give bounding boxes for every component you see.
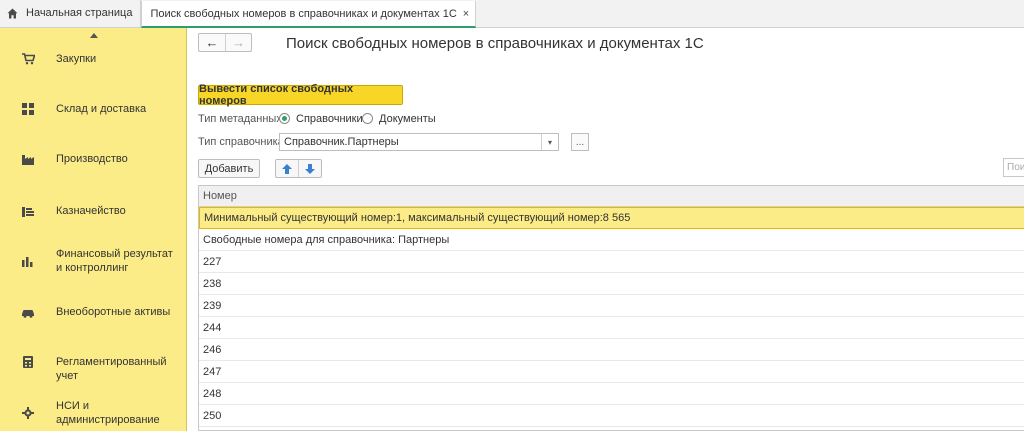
gear-icon [21, 406, 35, 420]
sidebar-item-label: Производство [56, 153, 128, 165]
table-row[interactable]: 247 [199, 361, 1024, 383]
table-row[interactable]: 246 [199, 339, 1024, 361]
sidebar-item-fixed-assets[interactable]: Внеоборотные активы [0, 305, 187, 319]
table-row[interactable]: 227 [199, 251, 1024, 273]
table-row[interactable]: 239 [199, 295, 1024, 317]
warehouse-icon [21, 102, 35, 116]
table-row[interactable]: 244 [199, 317, 1024, 339]
column-header-number[interactable]: Номер [199, 186, 1024, 207]
catalog-type-select[interactable]: Справочник.Партнеры ▾ [279, 133, 559, 151]
sidebar-item-label: НСИ и администрирование [56, 400, 160, 426]
sidebar-scroll-up-button[interactable] [0, 28, 187, 42]
back-button[interactable]: ← [199, 34, 225, 51]
catalog-type-choose-button[interactable]: ... [571, 133, 589, 151]
radio-catalogs[interactable] [279, 113, 290, 124]
calculator-icon [21, 355, 35, 369]
forward-button[interactable]: → [225, 34, 251, 51]
factory-icon [21, 152, 35, 166]
move-down-button[interactable] [298, 160, 321, 177]
sidebar-item-label: Склад и доставка [56, 103, 147, 115]
sidebar-item-financial-result[interactable]: Финансовый результат и контроллинг [0, 247, 187, 275]
sidebar-item-treasury[interactable]: Казначейство [0, 204, 187, 218]
sidebar-item-nsi-admin[interactable]: НСИ и администрирование [0, 399, 187, 427]
bar-chart-icon [21, 254, 35, 268]
tab-bar: Начальная страница Поиск свободных номер… [0, 0, 1024, 28]
table-row[interactable]: Минимальный существующий номер:1, максим… [199, 207, 1024, 229]
table-row[interactable]: 248 [199, 383, 1024, 405]
catalog-type-label: Тип справочника: [198, 136, 287, 148]
table-row[interactable]: 238 [199, 273, 1024, 295]
page-title: Поиск свободных номеров в справочниках и… [286, 35, 704, 52]
tab-free-numbers[interactable]: Поиск свободных номеров в справочниках и… [141, 1, 477, 28]
tab-home[interactable]: Начальная страница [0, 0, 142, 27]
sidebar-item-warehouse[interactable]: Склад и доставка [0, 102, 187, 116]
sidebar-item-regulated-accounting[interactable]: Регламентированный учет [0, 355, 187, 382]
close-icon[interactable]: × [463, 8, 469, 20]
chevron-down-icon[interactable]: ▾ [541, 134, 558, 150]
cart-icon [21, 52, 35, 66]
sidebar-item-purchases[interactable]: Закупки [0, 52, 187, 66]
sidebar: Закупки Склад и доставка Производство Ка… [0, 28, 187, 431]
arrow-up-icon [282, 163, 293, 174]
radio-documents-label[interactable]: Документы [379, 113, 436, 125]
arrow-down-icon [305, 163, 316, 174]
catalog-type-value: Справочник.Партнеры [284, 136, 399, 148]
history-nav: ← → [198, 33, 252, 52]
tab-home-label: Начальная страница [26, 7, 133, 19]
sidebar-item-label: Казначейство [56, 205, 126, 217]
search-input[interactable]: Пои [1003, 158, 1024, 177]
move-buttons [275, 159, 322, 178]
table-row[interactable]: Свободные номера для справочника: Партне… [199, 229, 1024, 251]
table-row[interactable]: 250 [199, 405, 1024, 427]
add-button[interactable]: Добавить [198, 159, 260, 178]
list-free-numbers-button[interactable]: Вывести список свободных номеров [198, 83, 403, 107]
car-icon [21, 305, 35, 319]
sidebar-item-label: Внеоборотные активы [56, 306, 171, 318]
home-icon [7, 8, 18, 19]
tab-free-numbers-label: Поиск свободных номеров в справочниках и… [150, 7, 457, 20]
sidebar-item-label: Финансовый результат и контроллинг [56, 248, 173, 274]
sidebar-item-label: Регламентированный учет [56, 356, 167, 382]
sidebar-item-production[interactable]: Производство [0, 152, 187, 166]
metadata-type-label: Тип метаданных: [198, 113, 285, 125]
chevron-up-icon [89, 32, 98, 38]
main-content: ← → Поиск свободных номеров в справочник… [188, 28, 1024, 431]
sidebar-item-label: Закупки [56, 53, 97, 65]
coins-icon [21, 204, 35, 218]
numbers-table: Номер Минимальный существующий номер:1, … [198, 185, 1024, 431]
radio-catalogs-label[interactable]: Справочники [296, 113, 363, 125]
move-up-button[interactable] [276, 160, 298, 177]
radio-documents[interactable] [362, 113, 373, 124]
